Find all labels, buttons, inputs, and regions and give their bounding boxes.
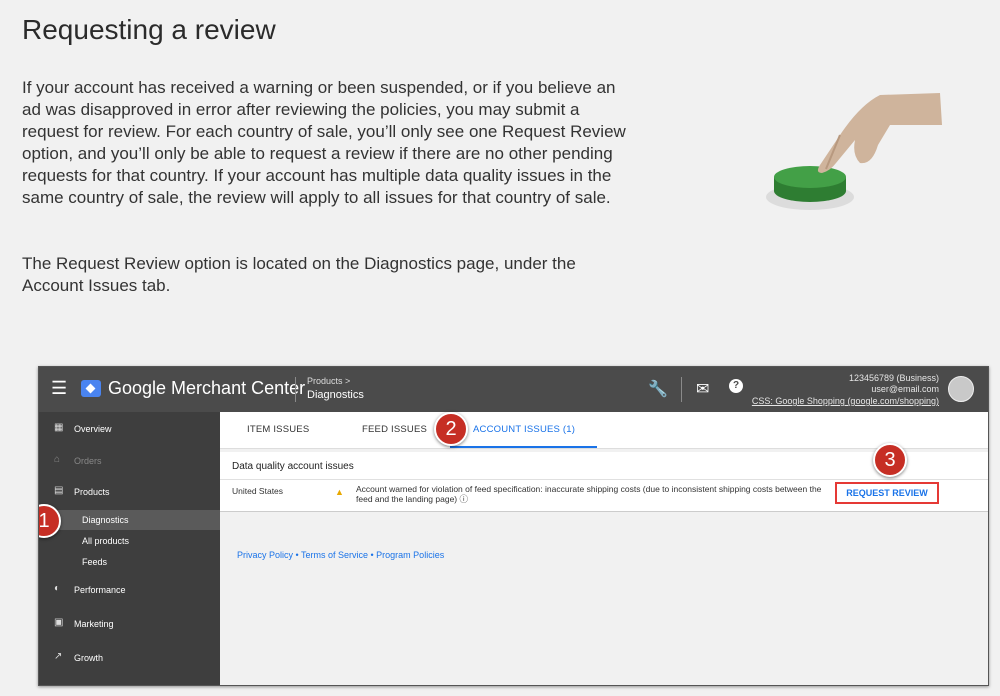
wrench-icon[interactable]: 🔧 xyxy=(648,379,668,399)
dashboard-icon: ▦ xyxy=(54,422,64,433)
sidebar: ▦ Overview ⌂ Orders ▤ Products Diagnosti… xyxy=(39,412,220,685)
page-title: Requesting a review xyxy=(22,14,276,45)
sidebar-item-label: All products xyxy=(82,536,130,546)
sidebar-item-label: Overview xyxy=(74,424,112,434)
breadcrumb-parent[interactable]: Products > xyxy=(307,376,350,386)
bag-icon: ▣ xyxy=(54,617,64,628)
menu-icon[interactable]: ☰ xyxy=(51,378,67,399)
divider xyxy=(681,377,682,402)
tab-bar: ITEM ISSUES FEED ISSUES ACCOUNT ISSUES (… xyxy=(220,412,988,449)
sidebar-item-label: Feeds xyxy=(82,557,108,567)
sidebar-item-all-products[interactable]: All products xyxy=(39,531,220,551)
tab-item-issues[interactable]: ITEM ISSUES xyxy=(247,424,309,435)
sidebar-item-diagnostics[interactable]: Diagnostics xyxy=(39,510,220,530)
sidebar-item-overview[interactable]: ▦ Overview xyxy=(39,419,220,439)
issue-description: Account warned for violation of feed spe… xyxy=(356,484,822,504)
hand-pressing-button-illustration xyxy=(766,93,942,210)
sidebar-item-performance[interactable]: ◐ Performance xyxy=(39,580,220,600)
intro-paragraph: If your account has received a warning o… xyxy=(22,78,626,207)
footer-links[interactable]: Privacy Policy • Terms of Service • Prog… xyxy=(237,550,444,560)
basket-icon: ⌂ xyxy=(54,454,61,465)
sidebar-item-label: Performance xyxy=(74,585,126,595)
sidebar-item-label: Orders xyxy=(74,456,102,466)
mail-icon[interactable]: ✉ xyxy=(696,379,709,399)
tab-feed-issues[interactable]: FEED ISSUES xyxy=(362,424,427,435)
main-content: ITEM ISSUES FEED ISSUES ACCOUNT ISSUES (… xyxy=(220,412,988,685)
sidebar-item-label: Diagnostics xyxy=(82,515,129,525)
divider xyxy=(220,479,988,480)
account-id: 123456789 (Business) xyxy=(848,373,939,383)
sidebar-item-marketing[interactable]: ▣ Marketing xyxy=(39,614,220,634)
sidebar-item-label: Marketing xyxy=(74,619,114,629)
section-title: Data quality account issues xyxy=(232,461,354,472)
merchant-center-screenshot: ☰ Google Merchant Center Products > Diag… xyxy=(38,366,989,686)
sidebar-item-label: Products xyxy=(74,487,110,497)
divider xyxy=(295,377,296,402)
warning-icon: ▲ xyxy=(335,487,344,497)
sidebar-item-products[interactable]: ▤ Products xyxy=(39,482,220,502)
breadcrumb-current: Diagnostics xyxy=(307,389,364,401)
sidebar-item-label: Growth xyxy=(74,653,104,663)
sidebar-item-growth[interactable]: ↗ Growth xyxy=(39,648,220,668)
app-brand: Google Merchant Center xyxy=(108,378,306,398)
account-css-link[interactable]: CSS: Google Shopping (google.com/shoppin… xyxy=(752,396,939,407)
trending-up-icon: ↗ xyxy=(54,651,63,662)
tab-account-issues[interactable]: ACCOUNT ISSUES (1) xyxy=(473,424,575,435)
active-tab-indicator xyxy=(450,446,597,448)
location-paragraph: The Request Review option is located on … xyxy=(22,254,576,295)
avatar[interactable] xyxy=(948,376,974,402)
account-email: user@email.com xyxy=(871,384,939,394)
sidebar-item-feeds[interactable]: Feeds xyxy=(39,552,220,572)
performance-icon: ◐ xyxy=(54,583,61,594)
issue-country: United States xyxy=(232,486,284,496)
step-marker-2: 2 xyxy=(434,412,468,446)
sidebar-item-orders[interactable]: ⌂ Orders xyxy=(39,451,220,471)
request-review-button[interactable]: REQUEST REVIEW xyxy=(835,482,939,504)
list-icon: ▤ xyxy=(54,485,64,496)
top-bar: ☰ Google Merchant Center Products > Diag… xyxy=(39,367,988,412)
step-marker-3: 3 xyxy=(873,443,907,477)
help-icon[interactable]: ? xyxy=(729,379,743,393)
merchant-center-logo xyxy=(81,380,101,397)
